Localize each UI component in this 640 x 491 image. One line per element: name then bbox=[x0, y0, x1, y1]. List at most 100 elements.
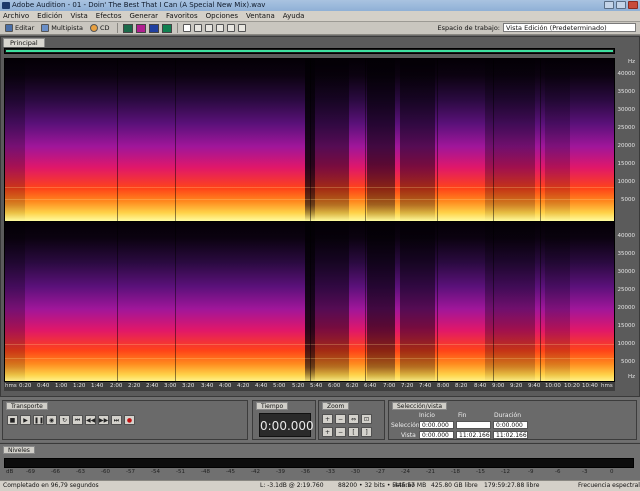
brush-icon[interactable] bbox=[215, 24, 224, 32]
close-button[interactable] bbox=[628, 1, 638, 9]
menu-bar: Archivo Edición Vista Efectos Generar Fa… bbox=[0, 11, 640, 22]
channel-right[interactable] bbox=[5, 221, 614, 381]
time-label: 10:40 bbox=[582, 383, 598, 389]
tab-principal[interactable]: Principal bbox=[3, 38, 45, 47]
menu-archivo[interactable]: Archivo bbox=[3, 12, 29, 20]
cd-view-label: CD bbox=[100, 24, 110, 32]
time-label: 10:00 bbox=[545, 383, 561, 389]
transport-panel: Transporte ■ ▶ ❚❚ ◉ ↻ ⏮ ◀◀ ▶▶ ⏭ ● bbox=[2, 400, 248, 440]
time-label: 2:20 bbox=[128, 383, 141, 389]
selection-end-field[interactable] bbox=[456, 421, 491, 429]
freq-label: 40000 bbox=[617, 233, 636, 239]
go-to-end-button[interactable]: ⏭ bbox=[111, 415, 122, 425]
zoom-out-vertical-icon[interactable]: − bbox=[335, 427, 346, 437]
time-label: 8:40 bbox=[474, 383, 487, 389]
level-label: -42 bbox=[251, 469, 260, 475]
level-label: -21 bbox=[426, 469, 435, 475]
fast-forward-button[interactable]: ▶▶ bbox=[98, 415, 109, 425]
time-label: 3:20 bbox=[182, 383, 195, 389]
pause-button[interactable]: ❚❚ bbox=[33, 415, 44, 425]
multitrack-view-button[interactable]: Multipista bbox=[39, 23, 85, 33]
channel-left[interactable] bbox=[5, 59, 614, 221]
workspace-dropdown[interactable]: Vista Edición (Predeterminado) bbox=[503, 23, 636, 32]
time-label: 4:00 bbox=[219, 383, 232, 389]
level-label: -9 bbox=[528, 469, 534, 475]
freq-label: 10000 bbox=[617, 341, 636, 347]
menu-edicion[interactable]: Edición bbox=[37, 12, 62, 20]
menu-ayuda[interactable]: Ayuda bbox=[283, 12, 305, 20]
tab-selection-view[interactable]: Selección/vista bbox=[392, 402, 447, 410]
edit-view-button[interactable]: Editar bbox=[3, 23, 36, 33]
tab-transport[interactable]: Transporte bbox=[6, 402, 48, 410]
zoom-out-horizontal-icon[interactable]: − bbox=[335, 414, 346, 424]
minimize-button[interactable] bbox=[604, 1, 614, 9]
cd-view-button[interactable]: CD bbox=[88, 23, 112, 33]
freq-label: 30000 bbox=[617, 107, 636, 113]
stop-button[interactable]: ■ bbox=[7, 415, 18, 425]
maximize-button[interactable] bbox=[616, 1, 626, 9]
level-label: -45 bbox=[226, 469, 235, 475]
selection-view-panel: Selección/vista Inicio Fin Duración Sele… bbox=[388, 400, 637, 440]
view-start-field[interactable]: 0:00.000 bbox=[419, 431, 454, 439]
zoom-to-selection-icon[interactable]: ⊡ bbox=[361, 414, 372, 424]
level-label: -66 bbox=[51, 469, 60, 475]
selection-duration-field[interactable]: 0:00.000 bbox=[493, 421, 528, 429]
menu-vista[interactable]: Vista bbox=[71, 12, 88, 20]
spectral-pan-icon[interactable] bbox=[148, 23, 159, 33]
time-label: 5:40 bbox=[310, 383, 323, 389]
tab-levels[interactable]: Niveles bbox=[3, 446, 35, 454]
time-label: 4:20 bbox=[237, 383, 250, 389]
time-ruler[interactable]: hms 0:20 0:40 1:00 1:20 1:40 2:00 2:20 2… bbox=[4, 382, 615, 391]
zoom-right-edge-icon[interactable]: ] bbox=[361, 427, 372, 437]
loop-button[interactable]: ↻ bbox=[59, 415, 70, 425]
time-label: 7:00 bbox=[383, 383, 396, 389]
toolbar: Editar Multipista CD Espacio de trabajo:… bbox=[0, 22, 640, 35]
multitrack-icon bbox=[41, 24, 50, 32]
zoom-out-full-icon[interactable]: ⇔ bbox=[348, 414, 359, 424]
menu-generar[interactable]: Generar bbox=[129, 12, 158, 20]
view-end-field[interactable]: 11:02.166 bbox=[456, 431, 491, 439]
spectral-frequency-icon[interactable] bbox=[135, 23, 146, 33]
spot-healing-icon[interactable] bbox=[226, 24, 235, 32]
time-label: 9:40 bbox=[528, 383, 541, 389]
lasso-select-icon[interactable] bbox=[204, 24, 213, 32]
menu-ventana[interactable]: Ventana bbox=[246, 12, 275, 20]
zoom-in-horizontal-icon[interactable]: + bbox=[322, 414, 333, 424]
col-fin: Fin bbox=[458, 412, 467, 419]
spectral-phase-icon[interactable] bbox=[161, 23, 172, 33]
menu-efectos[interactable]: Efectos bbox=[96, 12, 122, 20]
zoom-left-edge-icon[interactable]: [ bbox=[348, 427, 359, 437]
play-button[interactable]: ▶ bbox=[20, 415, 31, 425]
waveform-display-icon[interactable] bbox=[122, 23, 133, 33]
rewind-button[interactable]: ◀◀ bbox=[85, 415, 96, 425]
menu-favoritos[interactable]: Favoritos bbox=[166, 12, 198, 20]
hand-icon[interactable] bbox=[237, 24, 246, 32]
spectral-display[interactable] bbox=[4, 58, 615, 382]
freq-label: 15000 bbox=[617, 161, 636, 167]
level-label: -27 bbox=[376, 469, 385, 475]
toolbar-separator bbox=[116, 23, 118, 33]
go-to-start-button[interactable]: ⏮ bbox=[72, 415, 83, 425]
tab-time[interactable]: Tiempo bbox=[256, 402, 289, 410]
level-meter bbox=[4, 458, 634, 468]
time-label: 1:40 bbox=[91, 383, 104, 389]
selection-start-field[interactable]: 0:00.000 bbox=[419, 421, 454, 429]
zoom-in-vertical-icon[interactable]: + bbox=[322, 427, 333, 437]
menu-opciones[interactable]: Opciones bbox=[206, 12, 238, 20]
time-label: 1:00 bbox=[55, 383, 68, 389]
level-label: -24 bbox=[401, 469, 410, 475]
marquee-select-icon[interactable] bbox=[193, 24, 202, 32]
status-completed: Completado en 96,79 segundos bbox=[3, 482, 99, 489]
play-from-cursor-button[interactable]: ◉ bbox=[46, 415, 57, 425]
time-label: hms bbox=[601, 383, 613, 389]
time-label: 8:00 bbox=[437, 383, 450, 389]
time-label: 6:00 bbox=[328, 383, 341, 389]
text-cursor-icon[interactable] bbox=[182, 24, 191, 32]
tab-zoom[interactable]: Zoom bbox=[322, 402, 350, 410]
overview-bar[interactable] bbox=[4, 48, 615, 54]
time-label: 9:00 bbox=[492, 383, 505, 389]
view-duration-field[interactable]: 11:02.166 bbox=[493, 431, 528, 439]
level-label: -57 bbox=[126, 469, 135, 475]
edit-view-label: Editar bbox=[15, 24, 35, 32]
record-button[interactable]: ● bbox=[124, 415, 135, 425]
